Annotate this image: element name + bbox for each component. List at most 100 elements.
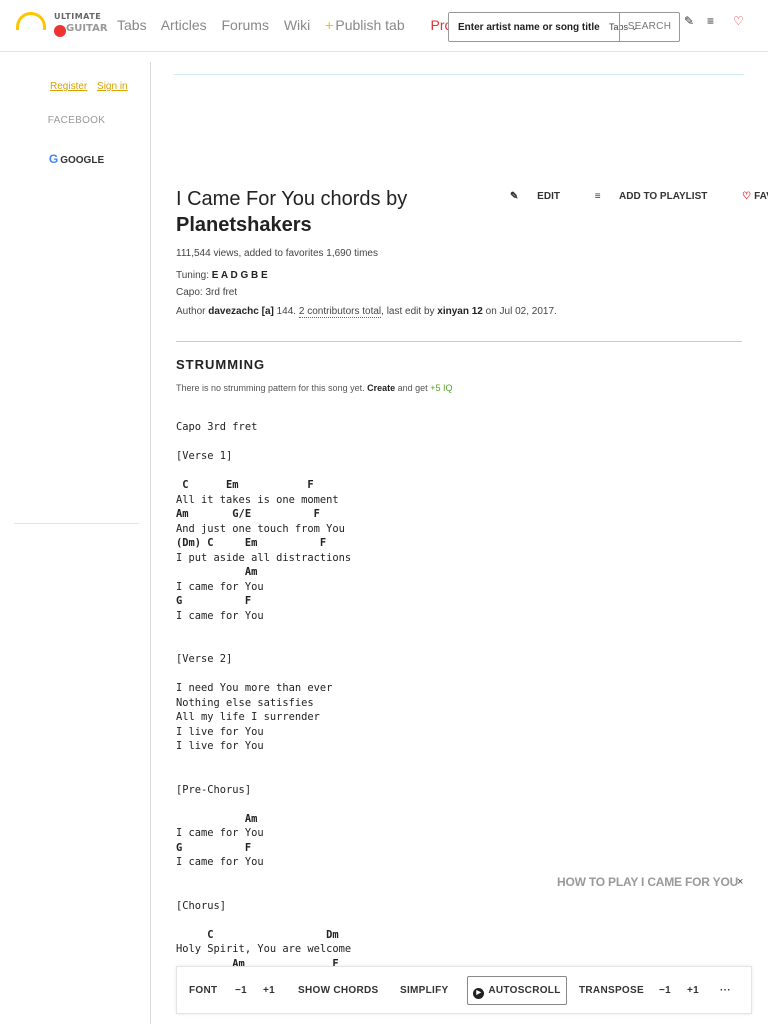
chord-line[interactable]: (Dm) C Em F xyxy=(176,536,351,551)
how-to-play-banner[interactable]: HOW TO PLAY I CAME FOR YOU xyxy=(557,875,738,889)
lyric-line: I put aside all distractions xyxy=(176,551,352,564)
lyric-line: Holy Spirit, You are welcome xyxy=(176,943,352,955)
lyric-line: [Verse 1] xyxy=(176,450,233,462)
content-divider xyxy=(150,62,151,1024)
nav-publish-tab[interactable]: + Publish tab xyxy=(325,17,415,33)
site-logo[interactable]: ULTIMATE GUITAR xyxy=(14,10,108,40)
sign-in-link[interactable]: Sign in xyxy=(97,81,128,92)
sidebar: Register Sign in FACEBOOK G GOOGLE xyxy=(14,64,139,524)
play-icon: ▶ xyxy=(473,988,485,999)
chord-line[interactable]: Am xyxy=(176,812,351,827)
lyric-line: I need You more than ever xyxy=(176,682,333,694)
lyric-line xyxy=(176,913,351,928)
lyric-line: All it takes is one moment xyxy=(176,493,339,506)
lyric-line: I came for You xyxy=(176,827,264,839)
lyric-line: I live for You xyxy=(176,740,264,752)
last-edit-date: on Jul 02, 2017. xyxy=(485,306,557,317)
nav-forums[interactable]: Forums xyxy=(222,17,269,33)
playlist-add-icon: ≡ xyxy=(594,191,601,202)
google-g-icon: G xyxy=(48,152,59,166)
main-nav: Tabs Articles Forums Wiki + Publish tab P… xyxy=(117,17,463,33)
lyric-line xyxy=(176,464,351,479)
show-chords-button[interactable]: SHOW CHORDS xyxy=(298,985,379,996)
lyric-line xyxy=(176,623,351,638)
lyric-line xyxy=(176,870,351,885)
chord-line[interactable]: G F xyxy=(176,841,351,856)
playlist-add-icon[interactable]: ≡ xyxy=(707,14,714,28)
author-link[interactable]: davezachc [a] xyxy=(208,306,274,317)
nav-articles[interactable]: Articles xyxy=(161,17,207,33)
logo-text: ULTIMATE xyxy=(54,12,102,21)
lyric-line xyxy=(176,638,351,653)
simplify-button[interactable]: SIMPLIFY xyxy=(400,985,449,996)
add-to-playlist-button[interactable]: ≡ ADD TO PLAYLIST xyxy=(595,191,724,202)
heart-icon[interactable]: ♡ xyxy=(733,14,744,28)
transpose-up-button[interactable]: +1 xyxy=(687,985,699,996)
autoscroll-button[interactable]: ▶ AUTOSCROLL xyxy=(467,976,567,1005)
autoscroll-label: AUTOSCROLL xyxy=(488,985,561,996)
author-label: Author xyxy=(176,306,206,317)
song-stats: 111,544 views, added to favorites 1,690 … xyxy=(176,248,378,259)
google-login-button[interactable]: G GOOGLE xyxy=(14,152,139,166)
auth-links: Register Sign in xyxy=(50,81,135,92)
favorite-label: FAVORITE xyxy=(754,191,768,202)
lyric-line xyxy=(176,768,351,783)
favorite-button[interactable]: ♡FAVORITE xyxy=(742,191,768,202)
last-editor-link[interactable]: xinyan 12 xyxy=(437,306,483,317)
chord-line[interactable]: G F xyxy=(176,594,351,609)
song-title: I Came For You chords by xyxy=(176,188,408,210)
close-icon[interactable]: × xyxy=(737,876,743,888)
logo-arc-icon xyxy=(16,12,46,30)
lyric-line: [Verse 2] xyxy=(176,653,233,665)
lyric-line: And just one touch from You xyxy=(176,522,345,535)
strumming-note-mid: and get xyxy=(397,383,428,393)
create-strumming-link[interactable]: Create xyxy=(367,383,395,393)
page-title: I Came For You chords by Planetshakers xyxy=(176,186,486,238)
tuning-label: Tuning: xyxy=(176,270,209,281)
font-decrease-button[interactable]: −1 xyxy=(235,985,247,996)
facebook-login-button[interactable]: FACEBOOK xyxy=(14,115,139,126)
lyric-line xyxy=(176,435,351,450)
chord-line[interactable]: C Em F xyxy=(176,478,351,493)
publish-label: Publish tab xyxy=(335,17,405,33)
lyric-line xyxy=(176,884,351,899)
lyric-line: [Pre-Chorus] xyxy=(176,783,252,796)
author-info: Author davezachc [a] 144. 2 contributors… xyxy=(176,306,557,318)
transpose-label: TRANSPOSE xyxy=(579,985,644,996)
iq-reward: +5 IQ xyxy=(430,383,453,393)
lyric-line: I came for You xyxy=(176,609,264,622)
artist-link[interactable]: Planetshakers xyxy=(176,212,486,238)
more-options-icon[interactable]: ··· xyxy=(720,985,731,996)
chord-line[interactable]: Am xyxy=(176,565,351,580)
tuning-info: Tuning: E A D G B E xyxy=(176,270,268,281)
font-increase-button[interactable]: +1 xyxy=(263,985,275,996)
tuning-value: E A D G B E xyxy=(211,270,268,281)
search-input[interactable] xyxy=(449,13,619,41)
search-button[interactable]: SEARCH xyxy=(619,13,679,41)
pencil-icon[interactable]: ✎ xyxy=(684,14,694,28)
strumming-note-text: There is no strumming pattern for this s… xyxy=(176,383,365,393)
lyric-line: Capo 3rd fret xyxy=(176,421,258,433)
contributors-link[interactable]: 2 contributors total xyxy=(298,306,382,318)
chord-line[interactable]: Am G/E F xyxy=(176,507,351,522)
add-playlist-label: ADD TO PLAYLIST xyxy=(619,191,708,202)
strumming-note: There is no strumming pattern for this s… xyxy=(176,383,452,393)
edit-button[interactable]: ✎ EDIT xyxy=(510,191,576,202)
lyric-line: I live for You xyxy=(176,725,264,738)
last-edit-label: , last edit by xyxy=(381,306,435,317)
capo-info: Capo: 3rd fret xyxy=(176,287,238,298)
nav-wiki[interactable]: Wiki xyxy=(284,17,310,33)
transpose-down-button[interactable]: −1 xyxy=(659,985,671,996)
register-link[interactable]: Register xyxy=(50,81,87,92)
ad-placeholder xyxy=(174,74,744,150)
search-bar: Tabs ⌄ SEARCH xyxy=(448,12,680,42)
logo-text-2: GUITAR xyxy=(66,23,108,34)
chord-line[interactable]: C Dm xyxy=(176,928,351,943)
site-header: ULTIMATE GUITAR Tabs Articles Forums Wik… xyxy=(0,0,768,52)
lyric-line: All my life I surrender xyxy=(176,711,320,723)
lyric-line xyxy=(176,797,351,812)
lyric-line: Nothing else satisfies xyxy=(176,696,314,709)
tab-content: Capo 3rd fret [Verse 1] C Em F All it take… xyxy=(176,420,351,1015)
author-iq: 144. xyxy=(276,306,297,317)
nav-tabs[interactable]: Tabs xyxy=(117,17,147,33)
